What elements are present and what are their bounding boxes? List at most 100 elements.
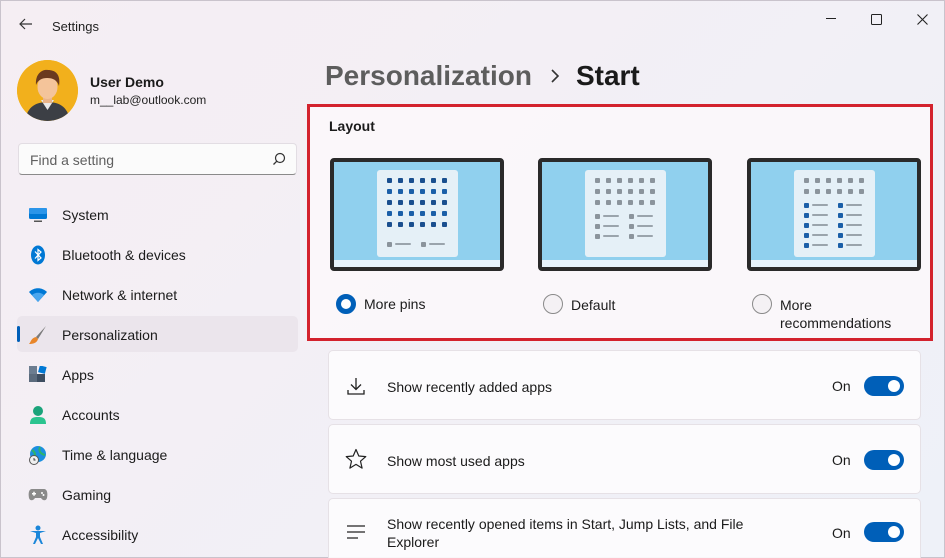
toggle-switch[interactable]	[864, 376, 904, 396]
pin-thumbnail	[442, 211, 447, 216]
recommendation-thumbnail	[637, 215, 653, 217]
download-icon	[345, 375, 367, 397]
layout-preview-more-pins[interactable]	[330, 158, 504, 271]
pin-thumbnail	[420, 178, 425, 183]
pin-thumbnail	[387, 211, 392, 216]
pin-thumbnail	[442, 222, 447, 227]
pin-thumbnail	[629, 224, 634, 229]
pin-thumbnail	[804, 223, 809, 228]
pin-thumbnail	[617, 178, 622, 183]
radio-button[interactable]	[336, 294, 356, 314]
pin-thumbnail	[815, 178, 820, 183]
recommendation-thumbnail	[603, 225, 619, 227]
back-button[interactable]	[15, 13, 37, 35]
pin-thumbnail	[431, 211, 436, 216]
sidebar-item-network[interactable]: Network & internet	[17, 276, 298, 312]
maximize-button[interactable]	[862, 7, 890, 31]
pin-thumbnail	[387, 178, 392, 183]
pin-thumbnail	[606, 200, 611, 205]
globe-clock-icon	[28, 445, 48, 465]
sidebar-item-label: Bluetooth & devices	[62, 247, 186, 263]
sidebar-item-system[interactable]: System	[17, 196, 298, 232]
pin-thumbnail	[628, 200, 633, 205]
pin-thumbnail	[409, 189, 414, 194]
pin-thumbnail	[804, 233, 809, 238]
sidebar-item-accounts[interactable]: Accounts	[17, 396, 298, 432]
toggle-state-text: On	[832, 452, 851, 468]
pin-thumbnail	[639, 178, 644, 183]
pin-thumbnail	[617, 200, 622, 205]
sidebar-item-accessibility[interactable]: Accessibility	[17, 516, 298, 552]
star-icon	[345, 448, 367, 470]
pin-thumbnail	[639, 200, 644, 205]
sidebar-item-time-language[interactable]: Time & language	[17, 436, 298, 472]
pin-thumbnail	[398, 200, 403, 205]
layout-option-more-pins[interactable]: More pins	[336, 294, 425, 314]
layout-preview-default[interactable]	[538, 158, 712, 271]
chevron-right-icon	[551, 69, 560, 83]
pin-thumbnail	[838, 233, 843, 238]
layout-option-more-recommendations[interactable]: More recommendations	[752, 294, 904, 332]
page-title: Start	[575, 60, 640, 91]
sidebar-item-gaming[interactable]: Gaming	[17, 476, 298, 512]
wifi-icon	[28, 285, 48, 305]
taskbar-thumbnail	[334, 260, 500, 267]
recommendation-thumbnail	[846, 234, 862, 236]
pin-thumbnail	[398, 211, 403, 216]
settings-window: Settings User Demo m__lab@outlook.com Fi…	[0, 0, 945, 558]
layout-preview-more-recommendations[interactable]	[747, 158, 921, 271]
pin-thumbnail	[826, 189, 831, 194]
pin-thumbnail	[398, 222, 403, 227]
pin-thumbnail	[650, 189, 655, 194]
pin-thumbnail	[595, 234, 600, 239]
radio-label: More recommendations	[780, 297, 892, 331]
pin-thumbnail	[628, 178, 633, 183]
radio-button[interactable]	[752, 294, 772, 314]
taskbar-thumbnail	[542, 260, 708, 267]
pin-thumbnail	[804, 178, 809, 183]
breadcrumb: Personalization Start	[325, 60, 640, 92]
sidebar-nav: System Bluetooth & devices Network & int…	[17, 196, 298, 556]
sidebar-item-label: Gaming	[62, 487, 112, 503]
person-icon	[28, 405, 48, 425]
pin-thumbnail	[420, 211, 425, 216]
recommendation-thumbnail	[812, 204, 828, 206]
sidebar-item-label: Time & language	[62, 447, 168, 463]
minimize-button[interactable]	[817, 7, 845, 31]
radio-button[interactable]	[543, 294, 563, 314]
search-input[interactable]: Find a setting	[18, 143, 297, 175]
pin-thumbnail	[409, 178, 414, 183]
pin-thumbnail	[387, 242, 392, 247]
sidebar-item-personalization[interactable]: Personalization	[17, 316, 298, 352]
setting-recently-added-apps: Show recently added apps On	[328, 350, 921, 420]
taskbar-thumbnail	[751, 260, 917, 267]
pin-thumbnail	[409, 222, 414, 227]
pin-thumbnail	[650, 200, 655, 205]
sidebar-item-apps[interactable]: Apps	[17, 356, 298, 392]
pin-thumbnail	[628, 189, 633, 194]
setting-recently-opened-items: Show recently opened items in Start, Jum…	[328, 498, 921, 558]
toggle-state-text: On	[832, 378, 851, 394]
sidebar-item-bluetooth[interactable]: Bluetooth & devices	[17, 236, 298, 272]
layout-option-default[interactable]: Default	[543, 294, 615, 314]
maximize-icon	[870, 13, 882, 25]
recommendation-thumbnail	[846, 204, 862, 206]
setting-most-used-apps: Show most used apps On	[328, 424, 921, 494]
pin-thumbnail	[629, 214, 634, 219]
toggle-state-text: On	[832, 525, 851, 541]
close-button[interactable]	[908, 7, 936, 31]
gamepad-icon	[28, 485, 48, 505]
setting-label: Show most used apps	[387, 453, 525, 469]
avatar[interactable]	[17, 60, 78, 121]
pin-thumbnail	[837, 178, 842, 183]
pin-thumbnail	[595, 178, 600, 183]
pin-thumbnail	[442, 178, 447, 183]
toggle-switch[interactable]	[864, 522, 904, 542]
pin-thumbnail	[409, 211, 414, 216]
start-menu-thumbnail	[585, 170, 666, 257]
breadcrumb-parent[interactable]: Personalization	[325, 60, 532, 92]
recommendation-thumbnail	[812, 244, 828, 246]
pin-thumbnail	[838, 203, 843, 208]
bluetooth-icon	[28, 245, 48, 265]
toggle-switch[interactable]	[864, 450, 904, 470]
